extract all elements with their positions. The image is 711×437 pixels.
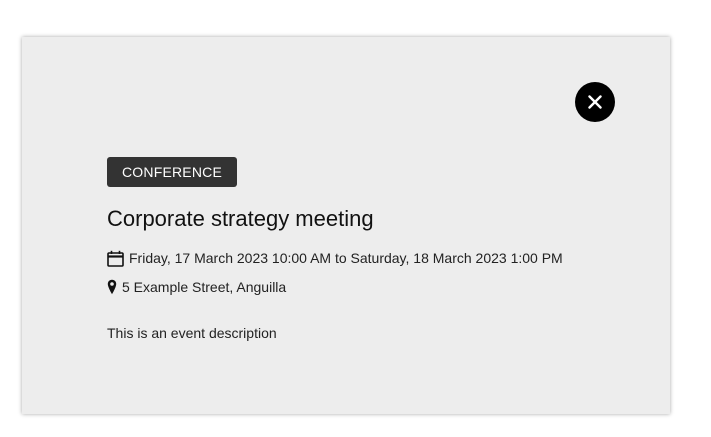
event-location-row: 5 Example Street, Anguilla: [107, 278, 627, 296]
category-badge: CONFERENCE: [107, 157, 238, 187]
map-marker-icon: [107, 279, 117, 295]
event-details: CONFERENCE Corporate strategy meeting Fr…: [107, 157, 627, 342]
event-location: 5 Example Street, Anguilla: [122, 279, 287, 295]
calendar-icon: [107, 250, 124, 267]
event-modal: CONFERENCE Corporate strategy meeting Fr…: [22, 37, 670, 414]
event-description: This is an event description: [107, 325, 277, 341]
close-button[interactable]: [575, 82, 615, 122]
event-date-range: Friday, 17 March 2023 10:00 AM to Saturd…: [129, 250, 563, 266]
close-icon: [588, 95, 602, 109]
event-title: Corporate strategy meeting: [107, 206, 374, 231]
event-date-row: Friday, 17 March 2023 10:00 AM to Saturd…: [107, 249, 627, 267]
